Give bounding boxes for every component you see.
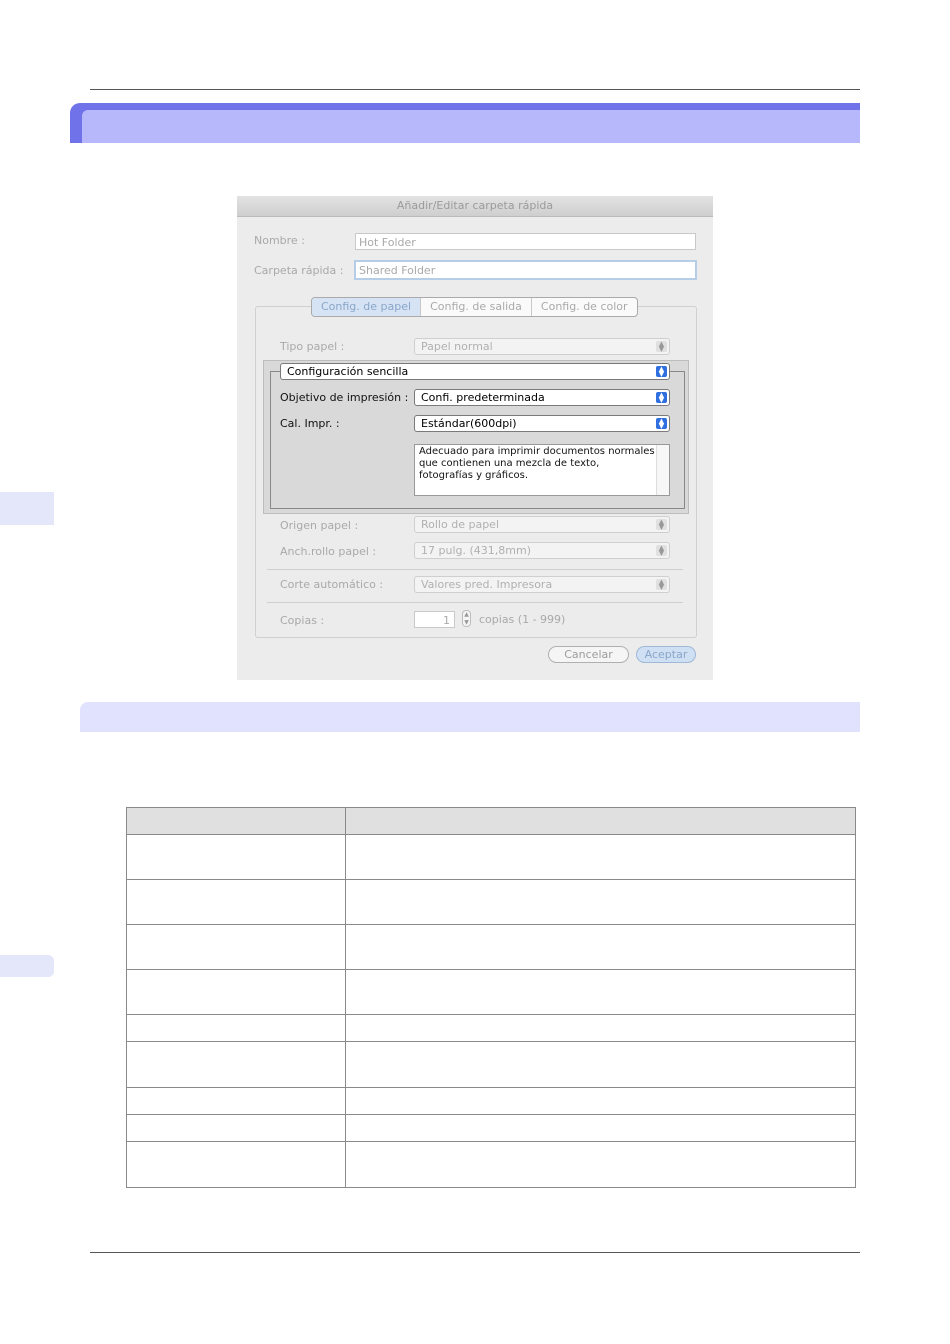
settings-table: [126, 807, 856, 1188]
table-row: [126, 1114, 856, 1142]
tab-paper-settings[interactable]: Config. de papel: [312, 298, 422, 316]
table-cell: [345, 834, 856, 880]
section-header-inner: [82, 110, 860, 143]
separator-2: [267, 602, 683, 603]
table-cell: [345, 1087, 856, 1115]
up-down-chevron-icon: ▲ ▼: [656, 341, 667, 353]
tab-color-settings[interactable]: Config. de color: [532, 298, 637, 316]
table-row: [126, 879, 856, 925]
paper-type-value: Papel normal: [421, 340, 493, 353]
quality-select[interactable]: Estándar(600dpi) ▲ ▼: [414, 415, 670, 432]
table-cell: [126, 879, 346, 925]
config-mode-select[interactable]: Configuración sencilla ▲ ▼: [280, 363, 670, 380]
table-header-cell: [126, 807, 346, 835]
table-cell: [345, 1014, 856, 1042]
table-row: [126, 1014, 856, 1042]
quality-label: Cal. Impr. :: [280, 417, 340, 430]
copies-range: copias (1 - 999): [479, 613, 566, 626]
table-cell: [126, 924, 346, 970]
table-cell: [126, 1014, 346, 1042]
bottom-rule: [90, 1252, 860, 1253]
auto-cut-value: Valores pred. Impresora: [421, 578, 553, 591]
quality-description: Adecuado para imprimir documentos normal…: [414, 444, 670, 496]
up-down-chevron-icon: ▲ ▼: [656, 519, 667, 531]
side-tab-lower: [0, 955, 54, 977]
separator-1: [267, 569, 683, 570]
side-tab-upper: [0, 492, 54, 525]
print-goal-value: Confi. predeterminada: [421, 391, 545, 404]
folder-field[interactable]: Shared Folder: [354, 260, 697, 280]
table-row: [126, 1041, 856, 1088]
table-row: [126, 1087, 856, 1115]
table-cell: [126, 969, 346, 1015]
quality-value: Estándar(600dpi): [421, 417, 517, 430]
table-row: [126, 834, 856, 880]
subsection-header: [80, 702, 860, 732]
copies-label: Copias :: [280, 614, 325, 627]
paper-type-select[interactable]: Papel normal ▲ ▼: [414, 338, 670, 355]
paper-type-label: Tipo papel :: [280, 340, 345, 353]
auto-cut-label: Corte automático :: [280, 578, 384, 591]
top-rule: [90, 89, 860, 90]
stepper-icon[interactable]: ▲ ▼: [462, 610, 471, 627]
table-cell: [126, 1087, 346, 1115]
roll-width-label: Anch.rollo papel :: [280, 545, 377, 558]
config-mode-value: Configuración sencilla: [287, 365, 409, 378]
section-header: [70, 103, 860, 143]
table-row: [126, 969, 856, 1015]
folder-label: Carpeta rápida :: [254, 264, 344, 277]
table-header-cell: [345, 807, 856, 835]
ok-button[interactable]: Aceptar: [636, 646, 696, 663]
paper-source-value: Rollo de papel: [421, 518, 499, 531]
auto-cut-select[interactable]: Valores pred. Impresora ▲ ▼: [414, 576, 670, 593]
paper-source-label: Origen papel :: [280, 519, 359, 532]
table-cell: [345, 1114, 856, 1142]
settings-tabs: Config. de papel Config. de salida Confi…: [311, 297, 638, 317]
table-row: [126, 924, 856, 970]
table-cell: [345, 879, 856, 925]
table-row: [126, 1141, 856, 1188]
paper-source-select[interactable]: Rollo de papel ▲ ▼: [414, 516, 670, 533]
dialog-title: Añadir/Editar carpeta rápida: [237, 196, 713, 217]
up-down-chevron-icon: ▲ ▼: [656, 545, 667, 557]
name-field[interactable]: Hot Folder: [355, 233, 696, 250]
copies-field[interactable]: 1: [414, 611, 455, 628]
up-down-chevron-icon: ▲ ▼: [656, 418, 667, 430]
print-goal-label: Objetivo de impresión :: [280, 391, 409, 404]
roll-width-value: 17 pulg. (431,8mm): [421, 544, 531, 557]
table-cell: [345, 1141, 856, 1188]
copies-value: 1: [443, 614, 450, 627]
table-cell: [126, 1041, 346, 1088]
name-label: Nombre :: [254, 234, 305, 247]
table-header-row: [126, 807, 856, 835]
table-cell: [345, 924, 856, 970]
up-down-chevron-icon: ▲ ▼: [656, 366, 667, 378]
description-scrollbar[interactable]: [656, 445, 669, 495]
cancel-button[interactable]: Cancelar: [548, 646, 629, 663]
quality-description-text: Adecuado para imprimir documentos normal…: [419, 446, 655, 481]
tab-output-settings[interactable]: Config. de salida: [421, 298, 532, 316]
print-goal-select[interactable]: Confi. predeterminada ▲ ▼: [414, 389, 670, 406]
up-down-chevron-icon: ▲ ▼: [656, 392, 667, 404]
hot-folder-dialog: Añadir/Editar carpeta rápida Nombre : Ho…: [237, 196, 713, 680]
table-cell: [345, 969, 856, 1015]
table-cell: [126, 834, 346, 880]
table-cell: [126, 1141, 346, 1188]
roll-width-select[interactable]: 17 pulg. (431,8mm) ▲ ▼: [414, 542, 670, 559]
up-down-chevron-icon: ▲ ▼: [656, 579, 667, 591]
table-cell: [345, 1041, 856, 1088]
table-cell: [126, 1114, 346, 1142]
